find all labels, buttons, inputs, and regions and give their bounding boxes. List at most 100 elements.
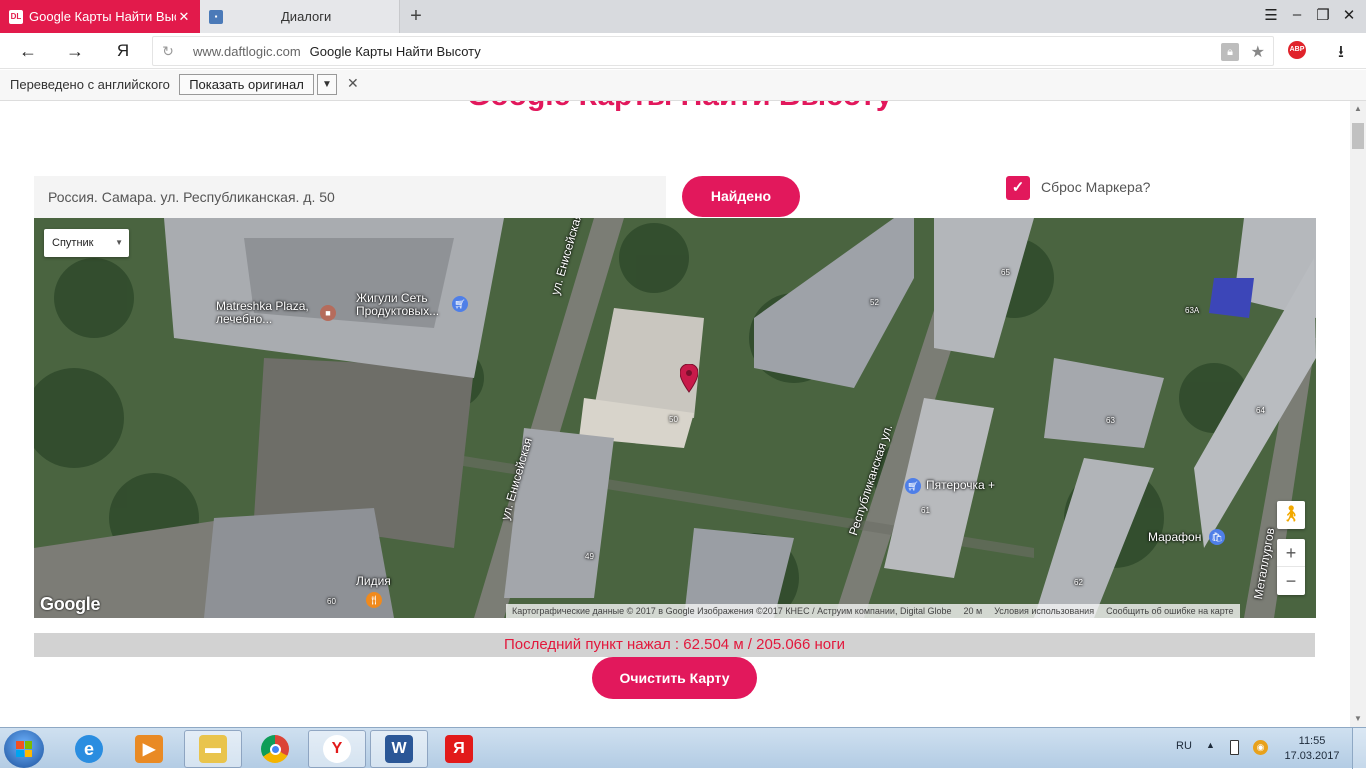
bookmark-star-icon[interactable]: ★: [1251, 42, 1265, 62]
shopping-cart-icon[interactable]: 🛒︎: [905, 478, 921, 494]
clear-map-button[interactable]: Очистить Карту: [592, 657, 757, 699]
translated-label: Переведено с английского: [10, 77, 170, 92]
house-number-61: 61: [921, 506, 930, 515]
close-translate-icon[interactable]: ✕: [347, 75, 359, 92]
find-button[interactable]: Найдено: [682, 176, 800, 217]
house-number-50: 50: [669, 415, 678, 424]
map-label-lidia[interactable]: Лидия: [356, 575, 391, 588]
house-number-65: 65: [1001, 268, 1010, 277]
clock-date: 17.03.2017: [1284, 750, 1340, 762]
house-number-62: 62: [1074, 578, 1083, 587]
restaurant-icon[interactable]: 🍴︎: [366, 592, 382, 608]
page-title: Google Карты Найти Высоту: [467, 101, 893, 113]
map-scale[interactable]: 20 м: [957, 604, 988, 618]
restore-window-icon[interactable]: ❐: [1311, 6, 1335, 24]
windows-start-button[interactable]: [4, 730, 44, 768]
adblock-plus-icon[interactable]: ABP: [1288, 41, 1306, 59]
chevron-down-icon: ▼: [115, 238, 123, 247]
reset-marker-label: Сброс Маркера?: [1041, 179, 1151, 195]
new-tab-plus-icon[interactable]: +: [405, 4, 427, 28]
satellite-map[interactable]: Спутник ▼ Matreshka Plaza, лечебно... ■ …: [34, 218, 1316, 618]
menu-hamburger-icon[interactable]: ☰: [1259, 6, 1283, 24]
windows-taskbar: e ▶ ▬ Y W Я RU ▲ ◉ 11:55 17.03.2017: [0, 727, 1366, 769]
clock-time: 11:55: [1298, 735, 1326, 747]
house-number-63a: 63А: [1185, 306, 1200, 315]
taskbar-word[interactable]: W: [370, 730, 428, 768]
tab-dialogs[interactable]: ▪ Диалоги: [200, 0, 400, 33]
yandex-icon: Я: [445, 735, 473, 763]
map-attribution: Картографические данные © 2017 в Google …: [506, 604, 1240, 618]
poi-health-icon[interactable]: ■: [320, 305, 336, 321]
forward-arrow-icon[interactable]: →: [63, 39, 87, 63]
street-view-pegman-icon[interactable]: 🚶︎: [1277, 501, 1305, 529]
house-number-52: 52: [870, 298, 879, 307]
zoom-out-button[interactable]: −: [1277, 567, 1305, 595]
taskbar-chrome[interactable]: [246, 730, 304, 768]
daftlogic-favicon-icon: DL: [9, 9, 23, 24]
house-number-49: 49: [585, 552, 594, 561]
network-icon[interactable]: ◉: [1253, 740, 1268, 755]
map-label-zhiguli[interactable]: Жигули Сеть Продуктовых...: [356, 292, 456, 318]
taskbar-yandex-browser[interactable]: Y: [308, 730, 366, 768]
taskbar-media-player[interactable]: ▶: [120, 730, 178, 768]
map-type-dropdown[interactable]: Спутник ▼: [44, 229, 129, 257]
yandex-browser-icon: Y: [323, 735, 351, 763]
tab-title: Google Карты Найти Высоту: [29, 9, 176, 24]
url-page-title: Google Карты Найти Высоту: [309, 43, 481, 59]
last-point-result: Последний пункт нажал : 62.504 м / 205.0…: [34, 633, 1315, 657]
zoom-control: + −: [1277, 539, 1305, 595]
taskbar-yandex[interactable]: Я: [430, 730, 488, 768]
media-player-icon: ▶: [135, 735, 163, 763]
page-scrollbar[interactable]: ▲ ▼: [1350, 101, 1366, 727]
zoom-in-button[interactable]: +: [1277, 539, 1305, 567]
taskbar-clock[interactable]: 11:55 17.03.2017: [1282, 734, 1342, 764]
minimize-icon[interactable]: –: [1285, 6, 1309, 23]
back-arrow-icon[interactable]: ←: [16, 39, 40, 63]
url-domain: www.daftlogic.com: [193, 43, 301, 59]
tab-close-icon[interactable]: ✕: [176, 9, 192, 25]
reset-marker-checkbox[interactable]: ✓: [1006, 176, 1030, 200]
google-logo: Google: [40, 594, 101, 614]
chevron-down-icon[interactable]: ▼: [317, 74, 337, 95]
translate-bar: Переведено с английского Показать оригин…: [0, 70, 1366, 101]
taskbar-internet-explorer[interactable]: e: [60, 730, 118, 768]
tab-title: Диалоги: [281, 9, 332, 24]
attribution-text: Картографические данные © 2017 в Google …: [512, 606, 952, 616]
map-label-pyaterochka[interactable]: Пятерочка +: [926, 479, 995, 492]
word-icon: W: [385, 735, 413, 763]
download-icon[interactable]: ⭳: [1331, 39, 1351, 68]
show-original-button[interactable]: Показать оригинал: [179, 74, 314, 95]
address-search-input[interactable]: [34, 176, 666, 218]
shopping-cart-icon[interactable]: 🛒︎: [452, 296, 468, 312]
tab-google-maps-altitude[interactable]: DL Google Карты Найти Высоту ✕: [0, 0, 200, 33]
battery-icon[interactable]: [1230, 740, 1239, 755]
taskbar-explorer[interactable]: ▬: [184, 730, 242, 768]
reload-icon[interactable]: ↻: [153, 43, 183, 60]
chat-icon: ▪: [209, 9, 223, 24]
lock-icon[interactable]: 🔒︎: [1221, 43, 1239, 61]
address-bar-row: ← → Я ↻ www.daftlogic.com Google Карты Н…: [0, 33, 1366, 69]
report-error-link[interactable]: Сообщить об ошибке на карте: [1100, 604, 1239, 618]
folder-icon: ▬: [199, 735, 227, 763]
map-label-matreshka[interactable]: Matreshka Plaza, лечебно...: [216, 300, 321, 326]
scroll-thumb[interactable]: [1352, 123, 1364, 149]
tray-expand-icon[interactable]: ▲: [1206, 740, 1215, 750]
house-number-63: 63: [1106, 416, 1115, 425]
page-content: Google Карты Найти Высоту Найдено ✓ Сбро…: [0, 101, 1350, 727]
map-marker-pin-icon[interactable]: [680, 364, 698, 394]
scroll-up-icon[interactable]: ▲: [1350, 101, 1366, 117]
chrome-icon: [261, 735, 289, 763]
shopping-bag-icon[interactable]: 🛍︎: [1209, 529, 1225, 545]
show-desktop-button[interactable]: [1352, 728, 1366, 769]
scroll-down-icon[interactable]: ▼: [1350, 711, 1366, 727]
yandex-home-button[interactable]: Я: [111, 39, 135, 63]
url-field[interactable]: ↻ www.daftlogic.com Google Карты Найти В…: [152, 36, 1274, 66]
close-window-icon[interactable]: ✕: [1337, 6, 1361, 24]
house-number-64: 64: [1256, 406, 1265, 415]
internet-explorer-icon: e: [75, 735, 103, 763]
browser-tab-bar: DL Google Карты Найти Высоту ✕ ▪ Диалоги…: [0, 0, 1366, 33]
windows-logo-icon: [16, 741, 32, 757]
language-indicator[interactable]: RU: [1176, 740, 1192, 752]
map-label-marafon[interactable]: Марафон: [1148, 531, 1201, 544]
terms-link[interactable]: Условия использования: [988, 604, 1100, 618]
